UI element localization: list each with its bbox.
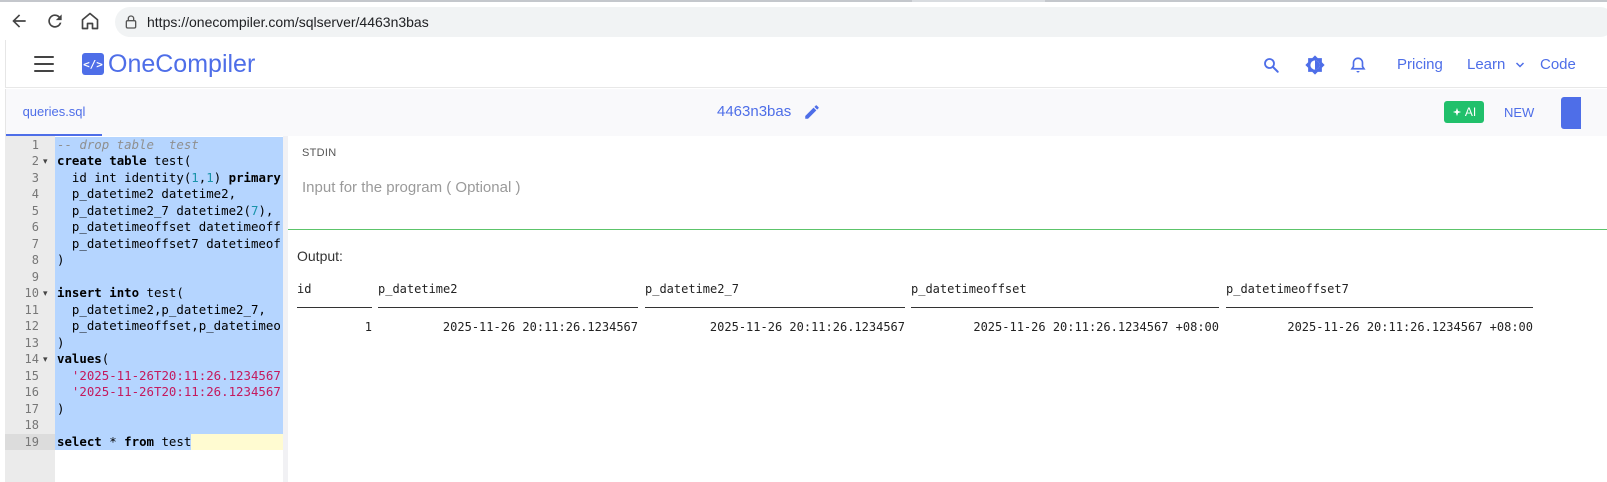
stdin-divider — [288, 229, 1607, 230]
line-number: 4 — [31, 187, 39, 201]
table-cell: 2025-11-26 20:11:26.1234567 +08:00 — [1287, 320, 1533, 334]
code-line: id int identity(1,1) primary — [57, 169, 281, 185]
line-number: 13 — [24, 335, 39, 350]
column-rule — [911, 307, 1219, 308]
column-header: id — [297, 282, 312, 296]
line-number: 18 — [24, 418, 39, 432]
line-number: 17 — [24, 401, 39, 416]
stdin-input[interactable] — [302, 170, 1592, 204]
arrow-left-icon — [12, 14, 26, 28]
code-line: p_datetimeoffset datetimeoff — [57, 219, 281, 234]
search-icon[interactable] — [1260, 54, 1282, 76]
browser-tab-strip — [0, 0, 1607, 2]
line-number: 7 — [31, 236, 39, 251]
line-number: 8 — [31, 253, 39, 267]
line-number: 11 — [24, 302, 39, 317]
bell-icon[interactable] — [1347, 54, 1369, 76]
code-line: create table test( — [57, 153, 192, 168]
code-line: ) — [57, 334, 65, 350]
fold-toggle-icon[interactable]: ▾ — [43, 351, 48, 368]
line-number: 19 — [24, 434, 39, 449]
code-line: '2025-11-26T20:11:26.1234567 — [71, 367, 281, 383]
run-button[interactable] — [1561, 97, 1581, 129]
learn-label: Learn — [1467, 56, 1506, 73]
theme-icon[interactable] — [1304, 54, 1326, 76]
code-line: p_datetime2 datetime2, — [57, 186, 237, 201]
code-line: p_datetime2_7 datetime2(7), — [57, 202, 274, 218]
stdin-label: STDIN — [302, 147, 337, 159]
line-number: 10 — [24, 286, 39, 300]
reload-icon — [48, 14, 62, 28]
code-line: select * from test — [57, 433, 192, 449]
back-button[interactable] — [7, 9, 31, 33]
code-line: p_datetimeoffset7 datetimeof — [57, 235, 281, 251]
fold-toggle-icon[interactable]: ▾ — [43, 285, 48, 302]
ai-label: AI — [1464, 105, 1477, 119]
new-button[interactable]: NEW — [1504, 105, 1534, 120]
column-rule — [645, 307, 905, 308]
fold-toggle-icon[interactable]: ▾ — [43, 153, 48, 170]
code-line: insert into test( — [57, 285, 184, 300]
logo-text: OneCompiler — [108, 49, 256, 78]
line-number: 2 — [31, 154, 39, 168]
code-line: p_datetimeoffset,p_datetimeo — [57, 318, 281, 333]
code-line: '2025-11-26T20:11:26.1234567 — [71, 384, 281, 399]
code-line: values( — [57, 351, 110, 366]
code-line: -- drop table test — [57, 136, 199, 152]
column-rule — [297, 307, 372, 308]
ai-button[interactable]: AI — [1444, 101, 1484, 123]
address-bar[interactable]: https://onecompiler.com/sqlserver/4463n3… — [115, 7, 1607, 37]
reload-button[interactable] — [43, 9, 67, 33]
line-number: 16 — [24, 385, 39, 399]
column-rule — [1226, 307, 1533, 308]
column-rule — [378, 307, 638, 308]
url-text: https://onecompiler.com/sqlserver/4463n3… — [147, 14, 429, 30]
logo-mark: </> — [82, 53, 104, 75]
table-cell: 2025-11-26 20:11:26.1234567 +08:00 — [973, 320, 1219, 334]
line-number: 3 — [31, 170, 39, 185]
home-button[interactable] — [78, 9, 102, 33]
line-number: 5 — [31, 203, 39, 218]
pencil-icon[interactable] — [803, 103, 821, 121]
editor-toolbar: queries.sql 4463n3bas AI NEW — [5, 89, 1607, 136]
line-number: 12 — [24, 319, 39, 333]
column-header: p_datetime2_7 — [645, 282, 739, 296]
column-header: p_datetimeoffset — [911, 282, 1027, 296]
table-cell: 2025-11-26 20:11:26.1234567 — [442, 320, 638, 334]
pricing-link[interactable]: Pricing — [1397, 56, 1443, 73]
menu-icon[interactable] — [34, 56, 54, 72]
browser-bar: https://onecompiler.com/sqlserver/4463n3… — [0, 0, 1607, 42]
code-menu[interactable]: Code — [1540, 56, 1576, 73]
column-header: p_datetime2 — [378, 282, 458, 296]
output-label: Output: — [297, 248, 343, 264]
logo[interactable]: </> OneCompiler — [82, 50, 255, 78]
line-number: 14 — [24, 352, 39, 366]
table-cell: 1 — [364, 320, 372, 334]
column-header: p_datetimeoffset7 — [1226, 282, 1349, 296]
app-header: </> OneCompiler Pricing Learn Code — [5, 40, 1607, 88]
line-number: 9 — [31, 269, 39, 284]
code-area[interactable]: -- drop table test create table test( id … — [55, 136, 283, 482]
code-editor[interactable]: 1 2 ▾ 3 4 5 6 7 8 9 10 ▾ 11 12 13 14 ▾ 15 16 17 18 19 -- drop… — [5, 136, 283, 482]
code-line: ) — [57, 400, 65, 416]
line-number: 6 — [31, 220, 39, 234]
home-icon — [81, 12, 99, 30]
sparkle-icon — [1452, 107, 1461, 117]
site-info-icon[interactable] — [123, 14, 139, 30]
code-title: 4463n3bas — [717, 103, 792, 120]
chevron-down-icon — [1515, 62, 1524, 68]
learn-menu[interactable]: Learn — [1467, 56, 1526, 73]
code-line: p_datetime2,p_datetime2_7, — [57, 301, 266, 317]
code-line: ) — [57, 252, 65, 267]
line-number: 1 — [31, 137, 39, 152]
table-cell: 2025-11-26 20:11:26.1234567 — [709, 320, 905, 334]
io-panel: STDIN Output: id p_datetime2 p_datetime2… — [288, 136, 1607, 482]
tab-queries-sql[interactable]: queries.sql — [6, 89, 102, 136]
line-number: 15 — [24, 368, 39, 383]
